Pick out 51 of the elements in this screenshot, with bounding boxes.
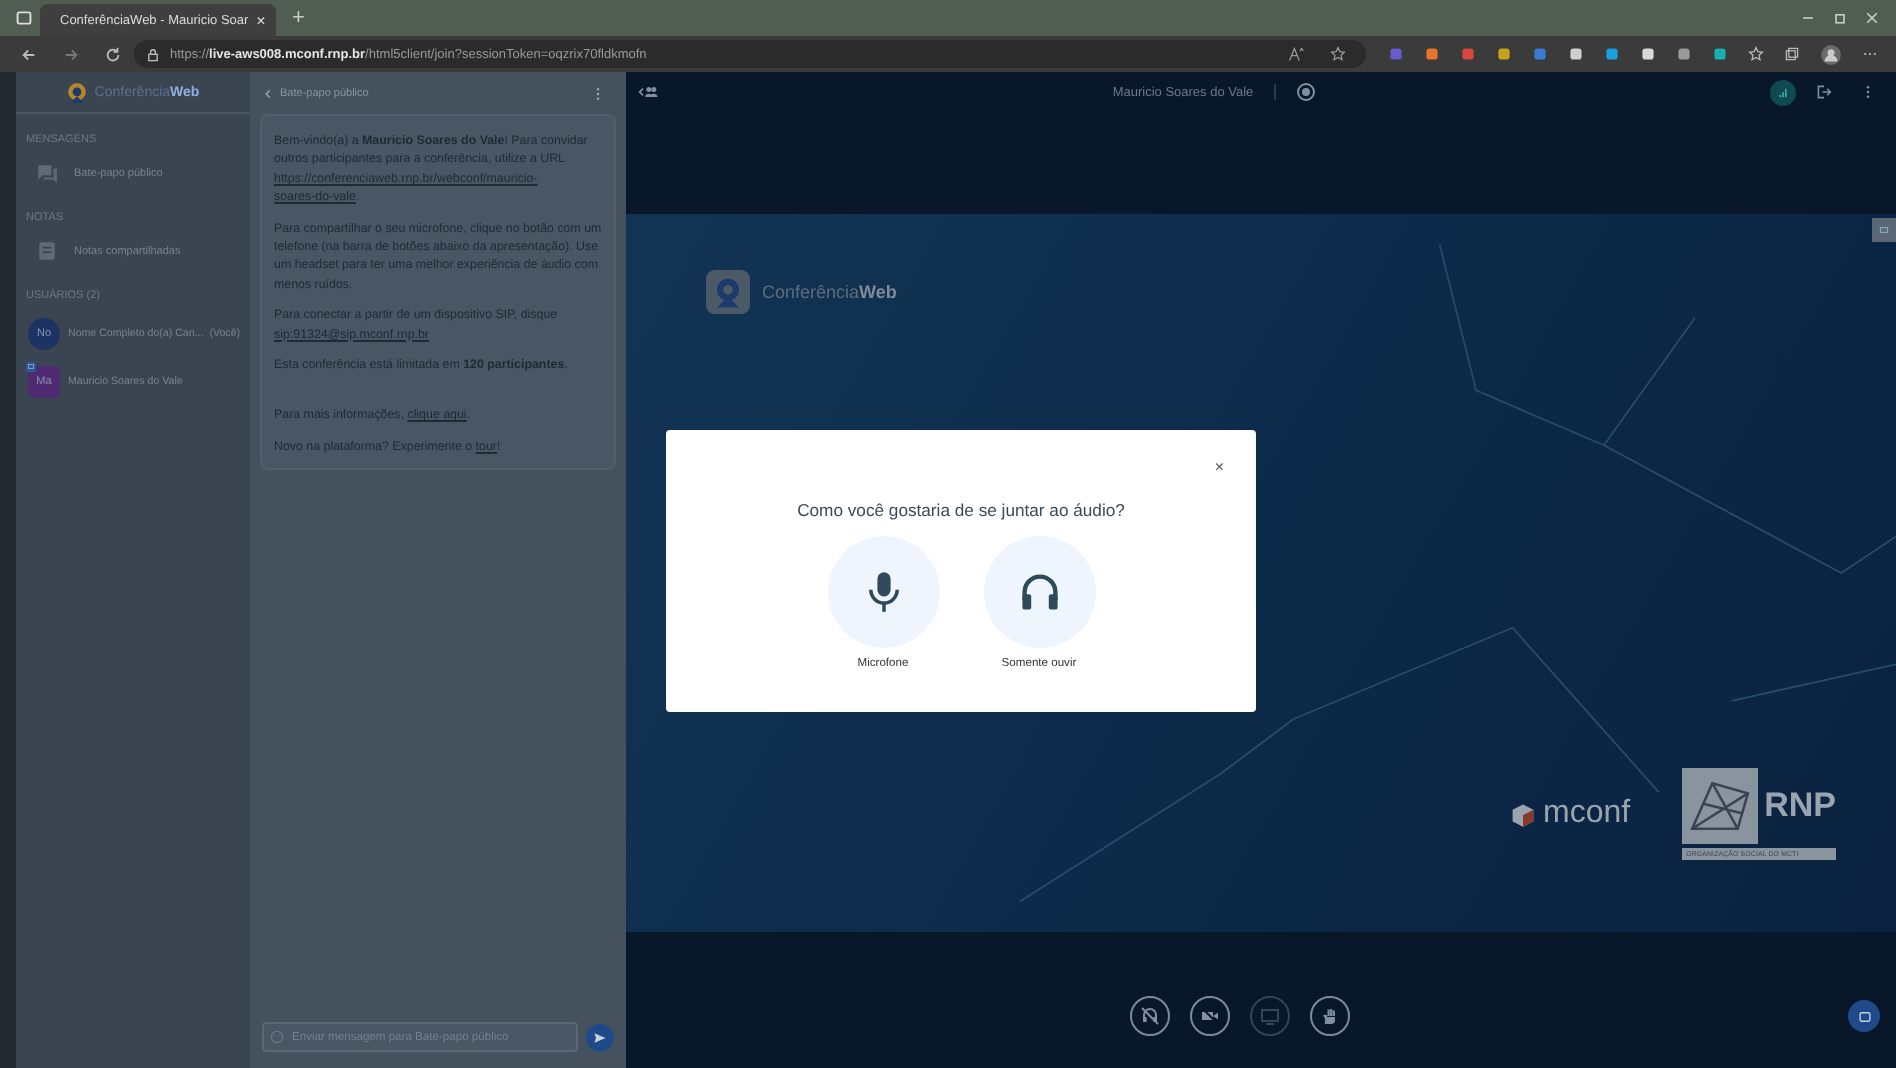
layout-button[interactable] [1848, 1000, 1880, 1032]
dialog-title: Como você gostaria de se juntar ao áudio? [797, 500, 1125, 520]
chevron-left-icon [262, 88, 274, 100]
extension-icon[interactable] [1676, 46, 1692, 62]
record-icon[interactable] [1295, 82, 1316, 102]
mconf-logo: mconf [1543, 796, 1631, 832]
favorite-icon[interactable] [1330, 46, 1346, 62]
users-toggle-icon[interactable] [638, 82, 658, 102]
monitor-icon [1259, 1006, 1279, 1026]
extension-icon[interactable] [1496, 46, 1512, 62]
extension-icon[interactable] [1568, 46, 1584, 62]
logo-icon [706, 270, 750, 314]
signal-bars-icon [1776, 85, 1790, 99]
leave-icon[interactable] [1816, 84, 1832, 100]
window-icon [1857, 1009, 1871, 1023]
hand-icon [1319, 1006, 1339, 1026]
refresh-icon[interactable] [104, 45, 122, 63]
window-icon [1878, 224, 1890, 236]
raise-hand-button[interactable] [1309, 996, 1349, 1036]
extension-icon[interactable] [1640, 46, 1656, 62]
restore-icon[interactable] [1832, 10, 1848, 26]
tab-close-button[interactable]: × [256, 11, 266, 29]
join-audio-button[interactable] [1129, 996, 1169, 1036]
extension-icon[interactable] [1712, 46, 1728, 62]
globe-drawing [1682, 768, 1759, 844]
send-button[interactable] [586, 1023, 614, 1051]
forward-icon[interactable] [62, 45, 80, 63]
collections-icon[interactable] [1784, 46, 1800, 62]
extension-icon[interactable] [1424, 46, 1440, 62]
lock-icon [146, 47, 160, 61]
rnp-logo: RNP [1764, 786, 1836, 826]
headphones-icon [1017, 570, 1061, 614]
logo-icon [66, 81, 89, 103]
tab-actions-icon[interactable] [16, 10, 32, 26]
cube-icon [1509, 801, 1536, 827]
profile-icon[interactable] [1820, 43, 1842, 65]
camera-off-icon [1199, 1006, 1219, 1026]
extension-icon[interactable] [1604, 46, 1620, 62]
logo-text: ConferênciaWeb [762, 282, 897, 302]
send-icon [592, 1029, 608, 1045]
chat-icon [36, 162, 58, 184]
headphones-off-icon [1139, 1006, 1159, 1026]
connection-status-button[interactable] [1770, 79, 1796, 105]
read-aloud-icon[interactable] [1288, 46, 1304, 62]
close-button[interactable]: × [1214, 458, 1224, 476]
new-tab-button[interactable]: + [292, 6, 305, 30]
notes-icon [36, 240, 58, 262]
close-icon[interactable] [1864, 10, 1880, 26]
camera-button[interactable] [1189, 996, 1229, 1036]
back-icon[interactable] [20, 45, 38, 63]
favorites-icon[interactable] [1748, 46, 1764, 62]
